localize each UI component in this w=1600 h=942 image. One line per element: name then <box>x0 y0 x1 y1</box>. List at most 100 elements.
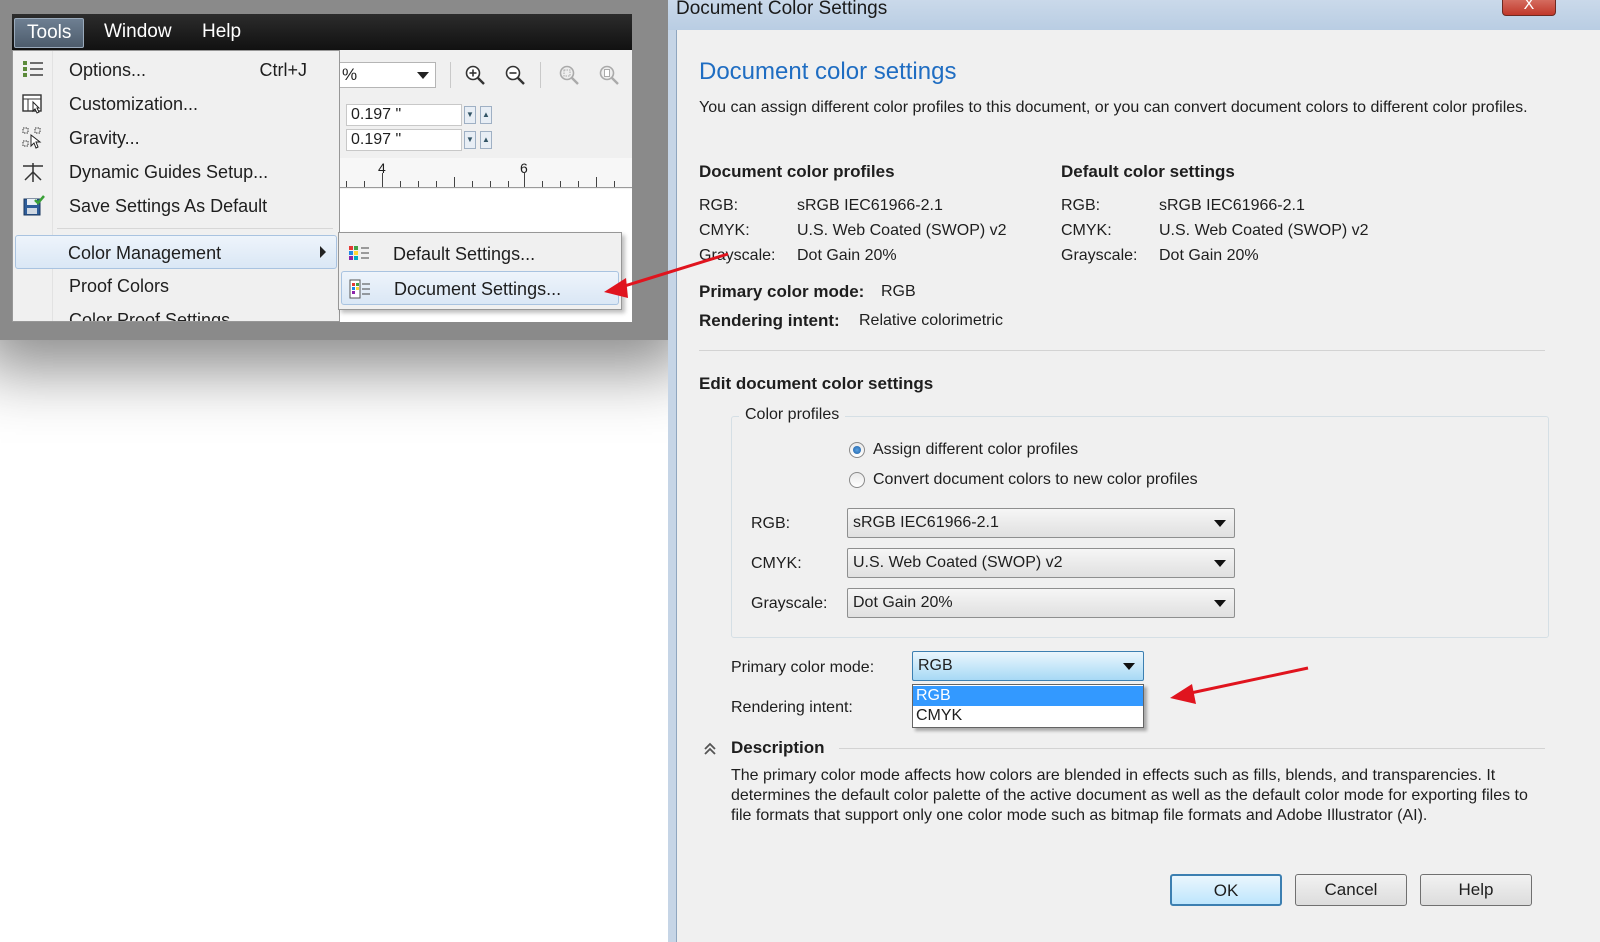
grayscale-profile-select[interactable]: Dot Gain 20% <box>847 588 1235 618</box>
toolbar-divider <box>450 62 451 88</box>
options-icon <box>23 61 43 77</box>
ruler-tick <box>454 177 455 187</box>
menu-item-save-settings-default[interactable]: Save Settings As Default <box>15 189 337 223</box>
description-title: Description <box>731 738 825 757</box>
menu-item-label: Gravity... <box>69 128 140 148</box>
dialog-title: Document Color Settings <box>676 0 888 19</box>
chevron-down-icon <box>1214 520 1226 527</box>
spin-down-icon[interactable]: ▼ <box>464 106 476 124</box>
menu-item-label: Customization... <box>69 94 199 114</box>
intro-text: You can assign different color profiles … <box>699 99 1528 116</box>
chevron-down-icon[interactable] <box>417 72 429 79</box>
edit-rendering-intent-label: Rendering intent: <box>731 699 853 716</box>
page-title: Document color settings <box>699 58 957 85</box>
cmyk-profile-value: U.S. Web Coated (SWOP) v2 <box>853 554 1063 571</box>
help-button[interactable]: Help <box>1420 874 1532 906</box>
submenu-arrow-icon <box>320 246 326 258</box>
zoom-level-value: % <box>342 65 358 84</box>
ruler-tick <box>436 181 437 187</box>
gravity-icon <box>22 127 42 149</box>
menu-item-shortcut: Ctrl+J <box>259 60 307 80</box>
rgb-profile-label: RGB: <box>751 515 791 532</box>
primary-mode-value: RGB <box>881 283 916 300</box>
ruler-tick <box>400 181 401 187</box>
nudge-y-field[interactable]: 0.197 " <box>346 129 462 151</box>
ruler-tick <box>596 177 597 187</box>
customization-icon <box>22 94 42 114</box>
doc-grayscale-value: Dot Gain 20% <box>797 247 897 264</box>
spin-up-icon[interactable]: ▲ <box>480 106 492 124</box>
collapse-icon[interactable] <box>703 741 717 757</box>
primary-color-mode-value: RGB <box>918 657 953 674</box>
menu-item-color-management[interactable]: Color Management <box>15 235 337 269</box>
ruler-tick <box>542 181 543 187</box>
def-grayscale-value: Dot Gain 20% <box>1159 247 1259 264</box>
zoom-to-page-icon[interactable] <box>598 64 620 86</box>
dialog-body: Document color settings You can assign d… <box>676 30 1600 942</box>
spin-down-icon[interactable]: ▼ <box>464 131 476 149</box>
grayscale-profile-value: Dot Gain 20% <box>853 594 953 611</box>
save-settings-icon <box>23 195 45 216</box>
ruler-tick <box>418 181 419 187</box>
ok-button[interactable]: OK <box>1170 874 1282 906</box>
grayscale-profile-label: Grayscale: <box>751 595 828 612</box>
spin-up-icon[interactable]: ▲ <box>480 131 492 149</box>
doc-cmyk-label: CMYK: <box>699 222 750 239</box>
horizontal-ruler[interactable]: 4 6 <box>340 158 632 188</box>
convert-colors-label[interactable]: Convert document colors to new color pro… <box>873 470 1198 490</box>
document-profiles-title: Document color profiles <box>699 162 895 181</box>
color-management-submenu: Default Settings... Document Settings... <box>338 232 622 310</box>
assign-profiles-radio[interactable] <box>849 442 865 458</box>
ruler-tick <box>364 181 365 187</box>
menu-window[interactable]: Window <box>92 18 184 48</box>
menu-item-color-proof-settings[interactable]: Color Proof Settings <box>15 303 337 322</box>
assign-profiles-label[interactable]: Assign different color profiles <box>873 440 1078 460</box>
zoom-out-icon[interactable] <box>504 64 526 86</box>
menu-item-label: Color Proof Settings <box>69 310 231 322</box>
def-rgb-label: RGB: <box>1061 197 1101 214</box>
rgb-profile-select[interactable]: sRGB IEC61966-2.1 <box>847 508 1235 538</box>
menu-item-label: Dynamic Guides Setup... <box>69 162 269 182</box>
menu-item-proof-colors[interactable]: Proof Colors <box>15 269 337 303</box>
menu-item-label: Document Settings... <box>394 279 562 299</box>
section-divider <box>699 350 1545 351</box>
menu-item-document-settings[interactable]: Document Settings... <box>341 271 619 305</box>
def-cmyk-label: CMYK: <box>1061 222 1112 239</box>
close-button[interactable]: X <box>1502 0 1556 16</box>
option-rgb[interactable]: RGB <box>913 686 1143 706</box>
cancel-button[interactable]: Cancel <box>1295 874 1407 906</box>
dialog-titlebar[interactable]: Document Color Settings X <box>668 0 1600 30</box>
toolbar-divider <box>540 62 541 88</box>
menu-item-gravity[interactable]: Gravity... <box>15 121 337 155</box>
ruler-tick <box>508 181 509 187</box>
document-color-settings-dialog: Document Color Settings X Document color… <box>668 0 1600 942</box>
menu-item-default-settings[interactable]: Default Settings... <box>341 237 619 271</box>
doc-rgb-value: sRGB IEC61966-2.1 <box>797 197 943 214</box>
zoom-level-combo[interactable]: % <box>340 62 436 88</box>
menu-item-customization[interactable]: Customization... <box>15 87 337 121</box>
option-cmyk[interactable]: CMYK <box>913 706 1143 726</box>
ruler-tick <box>382 173 383 187</box>
zoom-to-selection-icon[interactable] <box>558 64 580 86</box>
convert-colors-radio[interactable] <box>849 472 865 488</box>
def-rgb-value: sRGB IEC61966-2.1 <box>1159 197 1305 214</box>
rendering-intent-label: Rendering intent: <box>699 311 840 330</box>
menu-item-options[interactable]: Options... Ctrl+J <box>15 53 337 87</box>
cmyk-profile-select[interactable]: U.S. Web Coated (SWOP) v2 <box>847 548 1235 578</box>
app-window: Tools Window Help % 0.197 " ▼ ▲ 0.197 " … <box>0 0 668 340</box>
primary-mode-label: Primary color mode: <box>699 282 865 301</box>
ruler-tick <box>578 181 579 187</box>
rgb-profile-value: sRGB IEC61966-2.1 <box>853 514 999 531</box>
ruler-tick <box>614 181 615 187</box>
nudge-x-field[interactable]: 0.197 " <box>346 104 462 126</box>
ruler-tick <box>524 173 525 187</box>
zoom-in-icon[interactable] <box>464 64 486 86</box>
dynamic-guides-icon <box>23 163 43 182</box>
description-text: The primary color mode affects how color… <box>731 767 1528 824</box>
menu-item-dynamic-guides[interactable]: Dynamic Guides Setup... <box>15 155 337 189</box>
primary-color-mode-select[interactable]: RGB <box>912 651 1144 681</box>
menu-tools[interactable]: Tools <box>14 18 85 48</box>
doc-grayscale-label: Grayscale: <box>699 247 776 264</box>
default-settings-icon <box>349 246 369 260</box>
menu-help[interactable]: Help <box>190 18 253 48</box>
